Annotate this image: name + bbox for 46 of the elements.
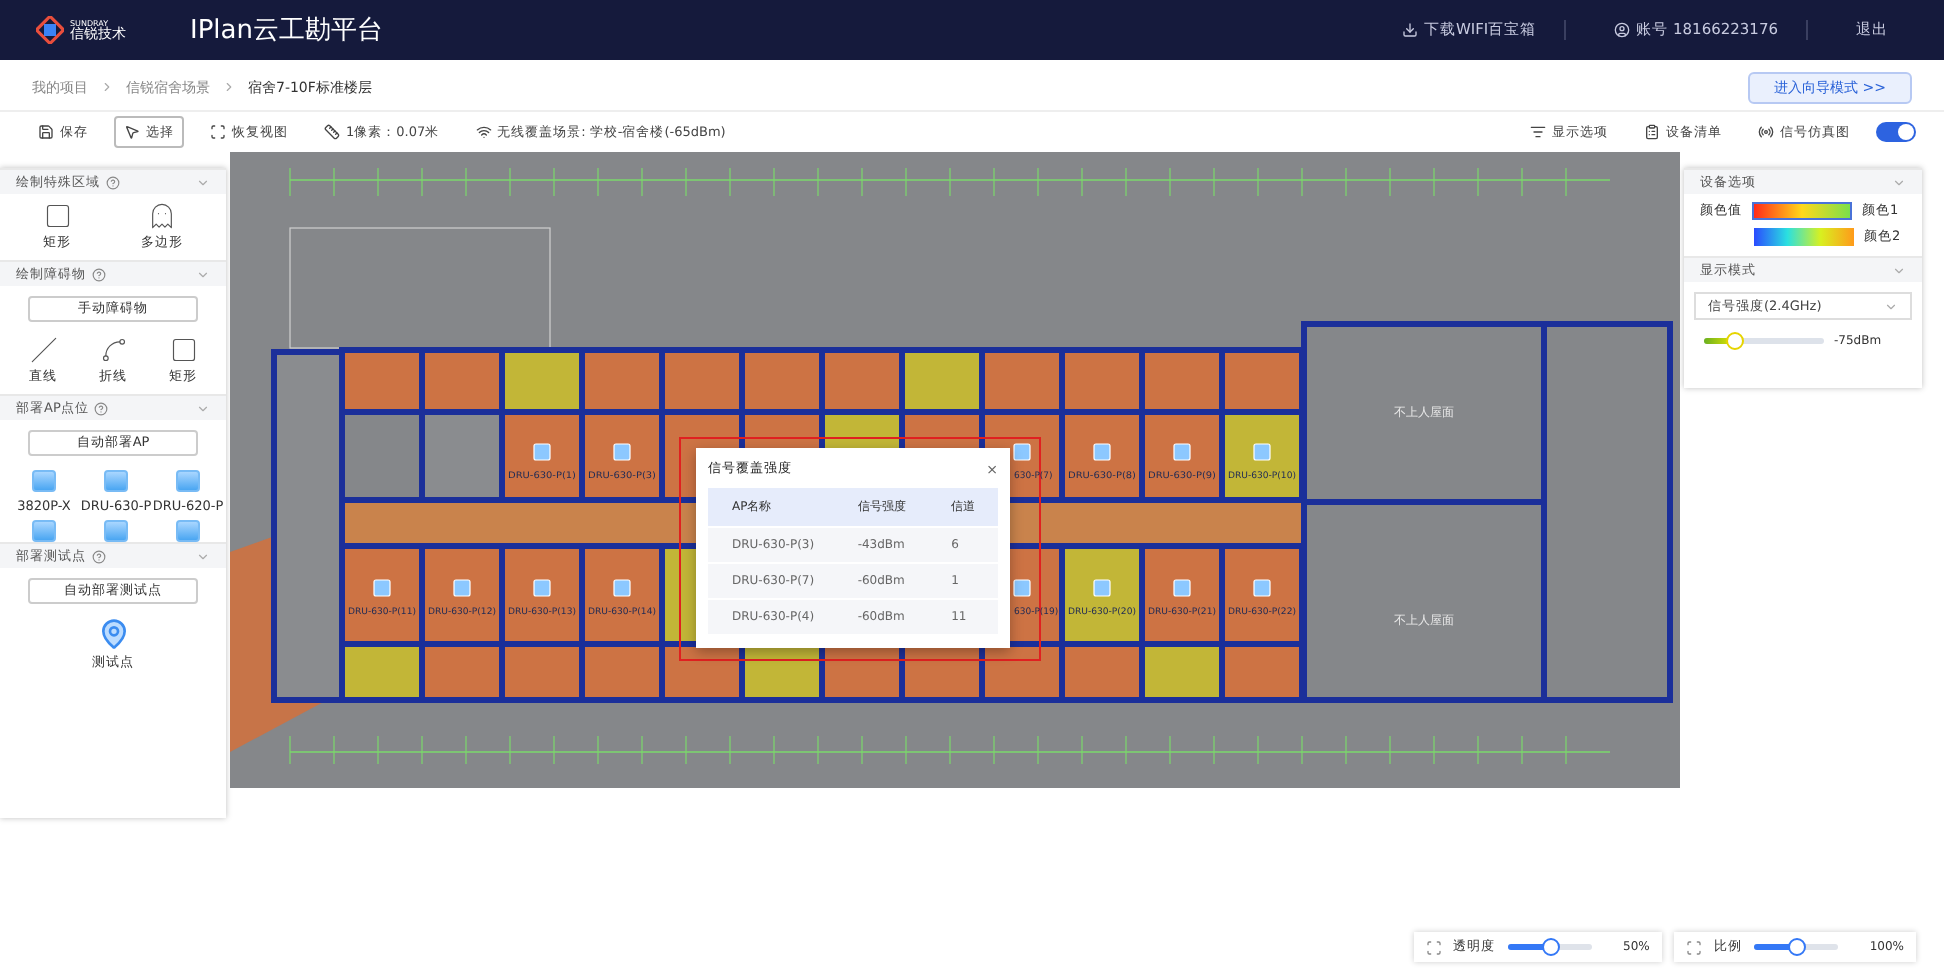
ap-icon[interactable] [32, 470, 56, 492]
signal-icon [1758, 124, 1774, 140]
user-icon[interactable] [1614, 22, 1631, 38]
chevron-right-icon [100, 80, 114, 94]
download-icon[interactable] [1401, 22, 1418, 38]
help-icon[interactable] [94, 401, 109, 415]
dashed-rectangle-icon[interactable] [43, 202, 71, 230]
slider-thumb[interactable] [1787, 938, 1806, 956]
chevron-icon[interactable] [196, 549, 210, 563]
map-pin-icon[interactable] [97, 618, 129, 650]
ap-icon[interactable] [32, 520, 56, 542]
app-title: IPlan云工勘平台 [190, 14, 385, 48]
chevron-icon[interactable] [196, 401, 210, 415]
clipboard-icon [1644, 124, 1660, 140]
ruler-icon [324, 124, 340, 140]
frame-icon [1685, 939, 1702, 955]
ap-icon[interactable] [104, 470, 128, 492]
pointer-icon [124, 124, 140, 140]
chevron-icon[interactable] [196, 267, 210, 281]
slider-track[interactable] [1507, 944, 1591, 950]
chevron-icon [1884, 299, 1898, 313]
ap-icon[interactable] [176, 470, 200, 492]
frame-icon [1425, 939, 1441, 955]
ap-icon[interactable] [176, 520, 200, 542]
help-icon[interactable] [92, 267, 106, 281]
save-icon [38, 124, 54, 140]
wifi-icon [475, 124, 492, 140]
help-icon[interactable] [106, 175, 120, 189]
ap-icon[interactable] [104, 520, 128, 542]
simulation-toggle[interactable] [1876, 122, 1916, 142]
slider-track[interactable] [1753, 944, 1838, 950]
chevron-icon [1892, 175, 1906, 189]
slider-thumb[interactable] [1541, 938, 1559, 956]
help-icon[interactable] [92, 549, 106, 563]
chevron-right-icon [222, 80, 236, 94]
frame-icon [210, 124, 226, 140]
polyline-icon[interactable] [99, 336, 127, 364]
slider-track[interactable] [1704, 338, 1824, 344]
filter-icon [1530, 124, 1546, 140]
chevron-icon[interactable] [196, 175, 210, 189]
line-icon[interactable] [29, 336, 57, 364]
square-icon[interactable] [169, 336, 197, 364]
gradient-swatch[interactable] [1754, 228, 1854, 246]
chevron-icon [1892, 263, 1906, 277]
logo-icon [36, 16, 64, 44]
gradient-swatch[interactable] [1752, 202, 1852, 220]
